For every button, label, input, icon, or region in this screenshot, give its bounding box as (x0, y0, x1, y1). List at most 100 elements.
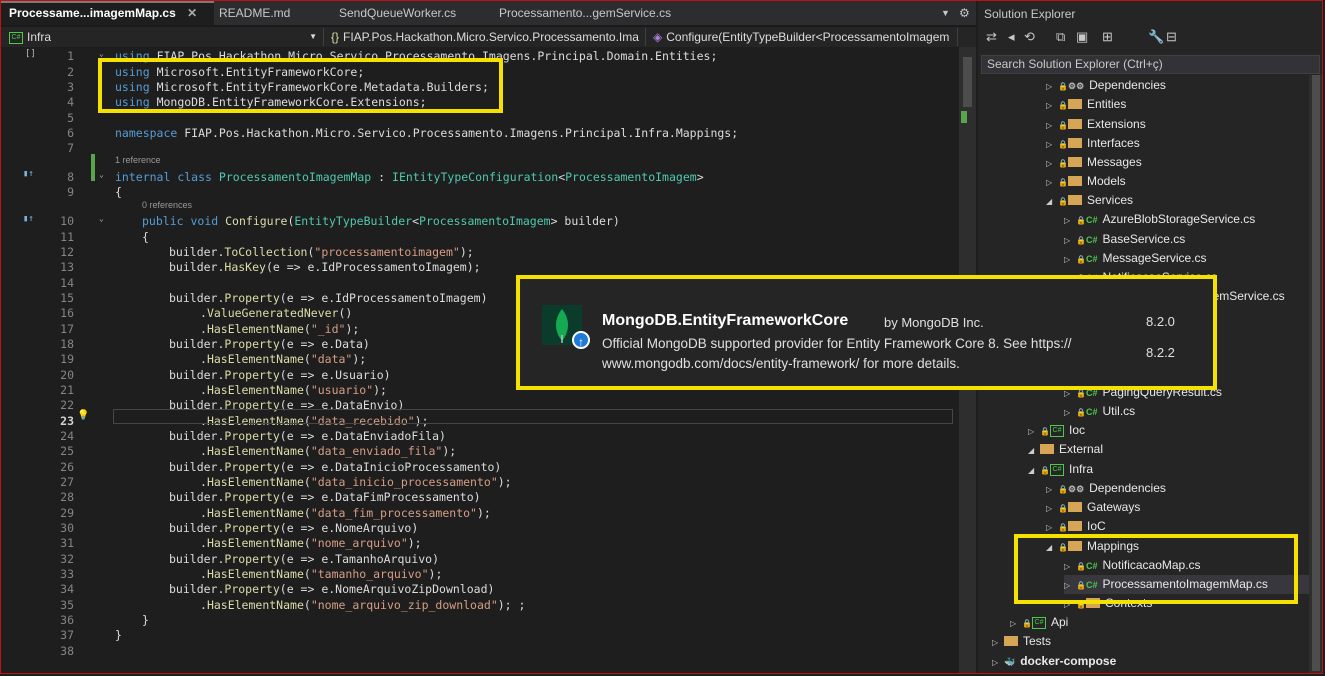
tab-sendqueueworker[interactable]: SendQueueWorker.cs (339, 1, 489, 25)
code-line[interactable]: .HasElementName("data_inicio_processamen… (200, 475, 512, 489)
code-line[interactable]: .HasElementName("data_enviado_fila"); (200, 444, 456, 458)
code-line[interactable]: .HasElementName("tamanho_arquivo"); (200, 567, 442, 581)
tree-item[interactable]: ▷ 🔒 C# Api (1010, 613, 1068, 632)
code-line[interactable]: namespace FIAP.Pos.Hackathon.Micro.Servi… (115, 126, 738, 140)
code-line[interactable]: } (142, 613, 149, 627)
code-token: HasKey (224, 260, 266, 274)
tree-item[interactable]: ▷ 🔒 C# Ioc (1028, 421, 1085, 440)
collapsed-arrow-icon[interactable]: ▷ (1046, 96, 1058, 115)
code-line[interactable]: .ValueGeneratedNever() (200, 306, 352, 320)
collapse-arrow-icon[interactable]: ⌄ (99, 170, 104, 179)
sync-icon[interactable]: ⧉ (1056, 29, 1065, 45)
code-line[interactable]: .HasElementName("usuario"); (200, 383, 387, 397)
collapsed-arrow-icon[interactable]: ▷ (992, 633, 1004, 652)
tree-item[interactable]: ◢ External (1028, 440, 1103, 459)
expanded-arrow-icon[interactable]: ◢ (1028, 461, 1040, 480)
show-all-files-icon[interactable]: ⊞ (1102, 29, 1113, 45)
tree-item[interactable]: ▷ 🔒 Messages (1046, 153, 1142, 172)
code-line[interactable]: .HasElementName("data_fim_processamento"… (200, 506, 491, 520)
code-line[interactable]: .HasElementName("data"); (200, 352, 366, 366)
code-line[interactable]: builder.Property(e => e.DataFimProcessam… (169, 490, 481, 504)
tab-processamentoimagemmap[interactable]: Processame...imagemMap.cs ✕ (1, 1, 214, 25)
code-line[interactable]: { (115, 185, 122, 199)
tree-item[interactable]: ▷ 🔒⚙⚙ Dependencies (1046, 76, 1166, 95)
implements-icon[interactable]: ▮↑ (23, 214, 34, 224)
collapsed-arrow-icon[interactable]: ▷ (1028, 422, 1040, 441)
collapsed-arrow-icon[interactable]: ▷ (1046, 499, 1058, 518)
code-line[interactable]: .HasElementName("_id"); (200, 322, 359, 336)
history-icon[interactable]: ⟲ (1024, 29, 1035, 45)
code-line[interactable]: builder.HasKey(e => e.IdProcessamentoIma… (169, 260, 481, 274)
back-icon[interactable]: ◂ (1008, 29, 1015, 45)
code-line[interactable]: builder.ToCollection("processamentoimage… (169, 245, 474, 259)
scrollbar-thumb[interactable] (1312, 75, 1320, 671)
code-line[interactable]: builder.Property(e => e.Data) (169, 337, 370, 351)
collapsed-arrow-icon[interactable]: ▷ (1064, 250, 1076, 269)
tree-item[interactable]: ▷ 🔒C# BaseService.cs (1064, 230, 1185, 249)
tab-overflow-icon[interactable]: ▼ (941, 1, 955, 25)
code-line[interactable]: builder.Property(e => e.Usuario) (169, 368, 391, 382)
expanded-arrow-icon[interactable]: ◢ (1028, 441, 1040, 460)
tab-readme[interactable]: README.md (219, 1, 329, 25)
collapsed-arrow-icon[interactable]: ▷ (1046, 135, 1058, 154)
tree-item[interactable]: ▷ 🔒C# MessageService.cs (1064, 249, 1207, 268)
tree-item[interactable]: ▷ Tests (992, 632, 1051, 651)
collapsed-arrow-icon[interactable]: ▷ (1046, 480, 1058, 499)
code-line[interactable]: { (142, 230, 149, 244)
tree-item[interactable]: ▷ 🔒 Interfaces (1046, 134, 1140, 153)
code-line[interactable]: builder.Property(e => e.DataEnviadoFila) (169, 429, 446, 443)
tree-item[interactable]: ◢ 🔒 Services (1046, 191, 1133, 210)
collapsed-arrow-icon[interactable]: ▷ (1064, 211, 1076, 230)
tree-item[interactable]: ▷ 🔒 Entities (1046, 95, 1126, 114)
expanded-arrow-icon[interactable]: ◢ (1046, 192, 1058, 211)
codelens-method-references[interactable]: 0 references (142, 200, 192, 210)
settings-gear-icon[interactable]: ⚙ (959, 1, 973, 25)
collapsed-arrow-icon[interactable]: ▷ (1046, 154, 1058, 173)
collapsed-arrow-icon[interactable]: ▷ (1064, 403, 1076, 422)
tree-item-label: Dependencies (1089, 481, 1166, 495)
collapsed-arrow-icon[interactable]: ▷ (1046, 77, 1058, 96)
code-line[interactable]: builder.Property(e => e.DataInicioProces… (169, 460, 501, 474)
tab-processamentoimagemservice[interactable]: Processamento...gemService.cs (499, 1, 699, 25)
code-token: void (190, 214, 219, 228)
tree-item[interactable]: ▷ 🐳 docker-compose (992, 652, 1116, 671)
code-line[interactable]: internal class ProcessamentoImagemMap : … (115, 170, 704, 184)
collapsed-arrow-icon[interactable]: ▷ (1046, 173, 1058, 192)
project-dropdown[interactable]: C# Infra ▼ (5, 28, 324, 46)
code-line[interactable]: builder.Property(e => e.IdProcessamentoI… (169, 291, 488, 305)
collapsed-arrow-icon[interactable]: ▷ (1064, 231, 1076, 250)
close-icon[interactable]: ✕ (187, 6, 197, 20)
code-line[interactable]: public void Configure(EntityTypeBuilder<… (142, 214, 620, 228)
code-line[interactable]: builder.Property(e => e.NomeArquivo) (169, 521, 418, 535)
collapse-arrow-icon[interactable]: ⌄ (99, 214, 104, 223)
implements-icon[interactable]: ▮↑ (23, 169, 34, 179)
scrollbar-thumb[interactable] (963, 57, 972, 107)
codelens-class-references[interactable]: 1 reference (115, 155, 161, 165)
quick-actions-icon[interactable]: [] (25, 49, 36, 59)
tree-item[interactable]: ▷ 🔒⚙⚙ Dependencies (1046, 479, 1166, 498)
collapsed-arrow-icon[interactable]: ▷ (992, 653, 1004, 672)
code-line[interactable]: builder.Property(e => e.NomeArquivoZipDo… (169, 582, 494, 596)
code-line[interactable]: .HasElementName("nome_arquivo_zip_downlo… (200, 598, 525, 612)
collapse-arrow-icon[interactable]: ⌄ (99, 49, 104, 58)
tree-item[interactable]: ▷ 🔒 Extensions (1046, 115, 1146, 134)
code-line[interactable]: builder.Property(e => e.TamanhoArquivo) (169, 552, 439, 566)
tree-item[interactable]: ▷ 🔒C# AzureBlobStorageService.cs (1064, 210, 1255, 229)
namespace-dropdown[interactable]: {} FIAP.Pos.Hackathon.Micro.Servico.Proce… (327, 28, 646, 46)
collapse-all-icon[interactable]: ▣ (1076, 29, 1088, 45)
properties-wrench-icon[interactable]: 🔧 (1148, 29, 1164, 45)
lightbulb-icon[interactable]: 💡 (77, 410, 89, 421)
tree-item[interactable]: ▷ 🔒 Models (1046, 172, 1126, 191)
member-dropdown[interactable]: ◈ Configure(EntityTypeBuilder<Processamen… (649, 28, 958, 46)
search-input[interactable]: Search Solution Explorer (Ctrl+ç) (981, 55, 1320, 74)
tree-item[interactable]: ◢ 🔒 C# Infra (1028, 460, 1093, 479)
code-line[interactable]: } (115, 628, 122, 642)
switch-views-icon[interactable]: ⇄ (986, 29, 997, 45)
tree-item[interactable]: ▷ 🔒 Gateways (1046, 498, 1140, 517)
collapsed-arrow-icon[interactable]: ▷ (1046, 116, 1058, 135)
collapsed-arrow-icon[interactable]: ▷ (1010, 614, 1022, 633)
tree-item[interactable]: ▷ 🔒C# Util.cs (1064, 402, 1135, 421)
code-line[interactable]: .HasElementName("nome_arquivo"); (200, 536, 422, 550)
preview-icon[interactable]: ⊟ (1166, 29, 1177, 45)
solution-explorer-scrollbar[interactable] (1309, 75, 1323, 674)
